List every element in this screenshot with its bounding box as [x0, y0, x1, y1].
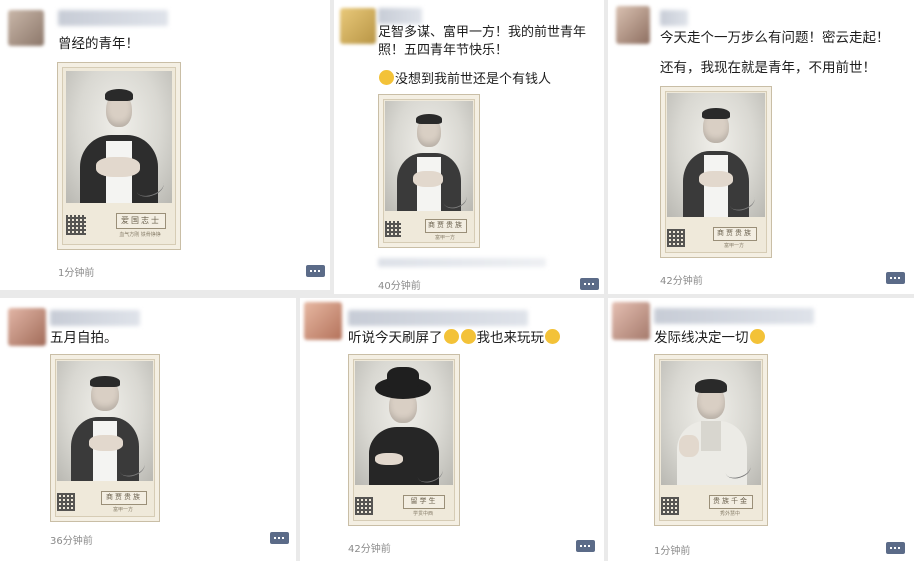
post-text: 足智多谋、富甲一方！我的前世青年 照！五四青年节快乐！ 没想到我前世还是个有钱人 — [378, 25, 587, 87]
post-4: 五月自拍。 商贾贵族 富甲一方 36分钟前 — [0, 298, 296, 561]
comment-icon[interactable] — [270, 532, 289, 544]
avatar[interactable] — [340, 8, 376, 44]
post-text: 五月自拍。 — [50, 330, 118, 346]
emoji-icon — [379, 70, 394, 85]
post-time: 42分钟前 — [348, 544, 391, 555]
photo-card[interactable]: 爱国志士 血气方刚 铁骨铮铮 — [57, 62, 181, 250]
photo-stamp: 商贾贵族 — [713, 227, 757, 241]
blurred-text — [378, 258, 546, 267]
emoji-icon — [443, 329, 459, 344]
photo-stamp-subtitle: 富甲一方 — [112, 507, 133, 513]
avatar[interactable] — [304, 302, 342, 340]
portrait-photo — [667, 93, 765, 217]
photo-stamp-subtitle: 富甲一方 — [434, 235, 455, 241]
photo-stamp-subtitle: 秀外慧中 — [719, 511, 740, 517]
nickname[interactable] — [654, 308, 814, 324]
photo-stamp: 商贾贵族 — [101, 491, 147, 505]
avatar[interactable] — [612, 302, 650, 340]
post-3: 今天走个一万步么有问题！密云走起！ 还有，我现在就是青年，不用前世！ 商贾贵族 … — [608, 0, 914, 294]
portrait-photo — [661, 361, 761, 485]
post-1: 曾经的青年！ 爱国志士 血气方刚 铁骨铮铮 1分钟前 — [0, 0, 330, 290]
nickname[interactable] — [50, 310, 140, 326]
nickname[interactable] — [378, 8, 422, 24]
photo-stamp: 商贾贵族 — [425, 219, 467, 233]
avatar[interactable] — [616, 6, 650, 44]
portrait-photo — [385, 101, 473, 211]
nickname[interactable] — [660, 10, 688, 26]
photo-stamp: 留学生 — [403, 495, 445, 509]
qr-code — [661, 497, 679, 515]
comment-icon[interactable] — [306, 265, 325, 277]
photo-card[interactable]: 留学生 学贯中西 — [348, 354, 460, 526]
photo-card[interactable]: 商贾贵族 富甲一方 — [378, 94, 480, 248]
comment-icon[interactable] — [580, 278, 599, 290]
photo-stamp-subtitle: 血气方刚 铁骨铮铮 — [119, 232, 161, 238]
post-6: 发际线决定一切 贵族千金 秀外慧中 1分钟前 — [608, 298, 914, 561]
post-time: 1分钟前 — [654, 546, 691, 557]
portrait-photo — [66, 71, 172, 203]
avatar[interactable] — [8, 10, 44, 46]
photo-card[interactable]: 商贾贵族 富甲一方 — [50, 354, 160, 522]
qr-code — [57, 493, 75, 511]
post-text: 今天走个一万步么有问题！密云走起！ 还有，我现在就是青年，不用前世！ — [660, 30, 890, 76]
photo-card[interactable]: 贵族千金 秀外慧中 — [654, 354, 768, 526]
photo-stamp-subtitle: 学贯中西 — [412, 511, 433, 517]
emoji-icon — [545, 329, 560, 344]
photo-stamp-subtitle: 富甲一方 — [723, 243, 744, 249]
nickname[interactable] — [58, 10, 168, 26]
qr-code — [66, 215, 86, 235]
portrait-photo — [355, 361, 453, 485]
nickname[interactable] — [348, 310, 528, 326]
post-time: 36分钟前 — [50, 536, 93, 547]
photo-stamp: 贵族千金 — [709, 495, 753, 509]
post-2: 足智多谋、富甲一方！我的前世青年 照！五四青年节快乐！ 没想到我前世还是个有钱人… — [334, 0, 604, 294]
post-time: 42分钟前 — [660, 276, 703, 287]
emoji-icon — [460, 329, 476, 344]
post-time: 40分钟前 — [378, 281, 421, 292]
comment-icon[interactable] — [886, 272, 905, 284]
photo-card[interactable]: 商贾贵族 富甲一方 — [660, 86, 772, 258]
comment-icon[interactable] — [886, 542, 905, 554]
post-text: 发际线决定一切 — [654, 328, 908, 348]
post-text: 听说今天刷屏了 我也来玩玩 — [348, 328, 600, 348]
qr-code — [355, 497, 373, 515]
post-text: 曾经的青年！ — [58, 36, 139, 52]
qr-code — [667, 229, 685, 247]
post-5: 听说今天刷屏了 我也来玩玩 留学生 学贯中西 42分钟前 — [300, 298, 604, 561]
photo-stamp: 爱国志士 — [116, 213, 166, 229]
avatar[interactable] — [8, 308, 46, 346]
emoji-icon — [749, 329, 765, 344]
qr-code — [385, 221, 401, 237]
post-time: 1分钟前 — [58, 268, 95, 279]
portrait-photo — [57, 361, 153, 481]
comment-icon[interactable] — [576, 540, 595, 552]
